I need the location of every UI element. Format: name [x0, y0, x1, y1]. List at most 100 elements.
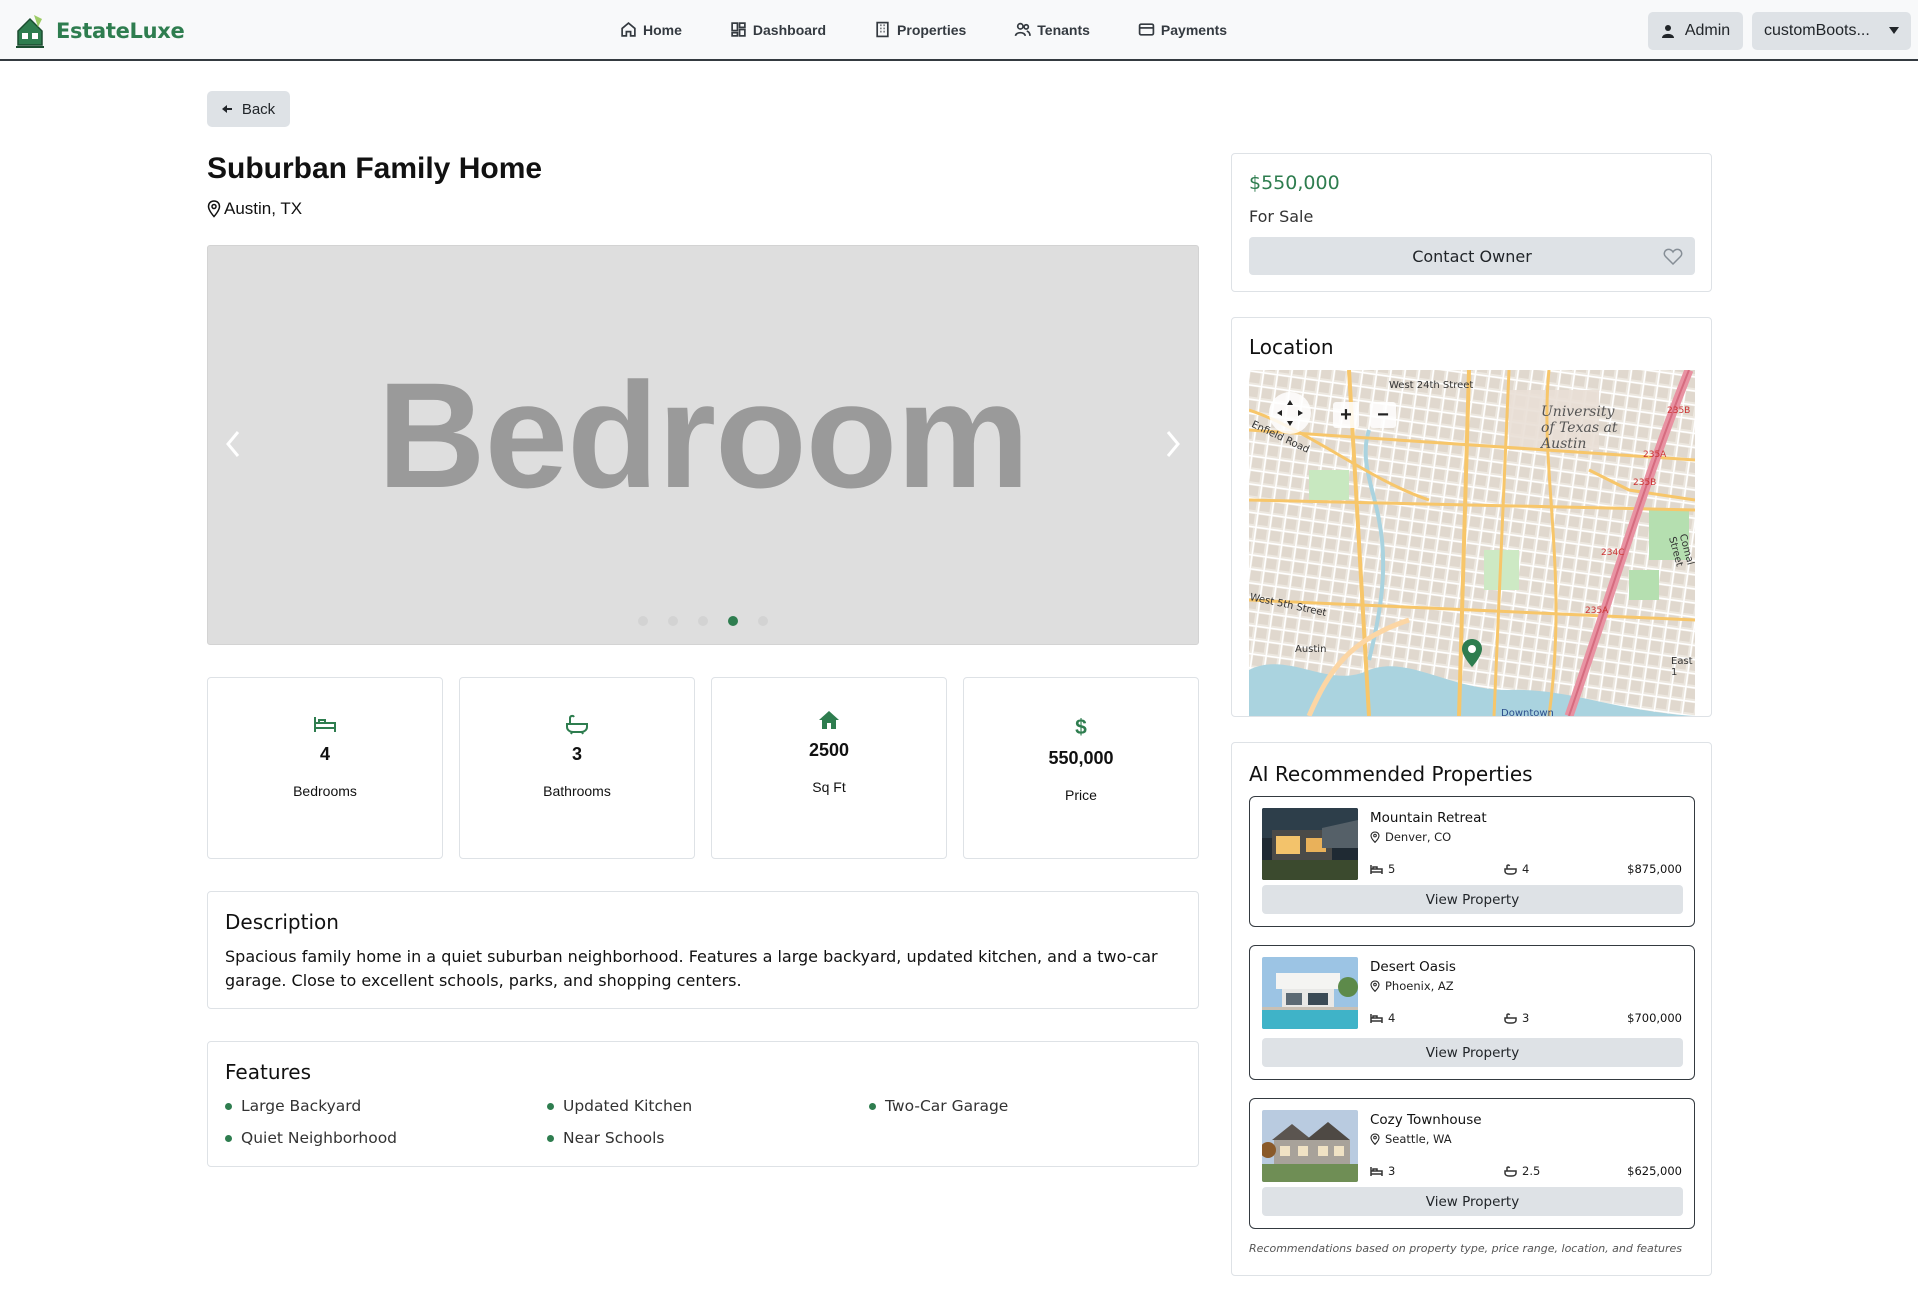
sqft-value: 2500	[808, 740, 850, 760]
bath-icon	[1504, 1165, 1517, 1177]
recommendation-name: Mountain Retreat	[1370, 810, 1487, 826]
people-icon	[1015, 22, 1032, 37]
listing-status: For Sale	[1249, 207, 1314, 226]
bullet-icon	[225, 1134, 232, 1142]
recommendation-beds: 3	[1370, 1164, 1395, 1178]
recommendation-baths: 4	[1504, 862, 1529, 876]
location-card: Location + − West 24th Street University…	[1231, 317, 1712, 717]
map-label: East 1	[1671, 656, 1693, 678]
feature-item: Near Schools	[547, 1129, 664, 1147]
bed-icon	[1370, 864, 1383, 874]
baths-count: 2.5	[1522, 1164, 1541, 1178]
carousel-indicator-active[interactable]	[728, 616, 738, 626]
back-button[interactable]: Back	[207, 91, 290, 127]
carousel-next-button[interactable]	[1158, 424, 1188, 464]
heart-icon[interactable]	[1663, 248, 1683, 266]
price-card: $550,000 For Sale Contact Owner	[1231, 153, 1712, 292]
map-zoom-out-button[interactable]: −	[1370, 402, 1396, 428]
page-title: Suburban Family Home	[207, 152, 543, 185]
admin-button[interactable]: Admin	[1648, 12, 1743, 50]
user-select[interactable]: customBoots...	[1752, 12, 1911, 50]
location-map[interactable]: + − West 24th Street University of Texas…	[1249, 370, 1695, 716]
map-pin-icon	[207, 200, 221, 218]
carousel-indicator[interactable]	[668, 616, 678, 626]
feature-label: Large Backyard	[241, 1097, 362, 1115]
property-thumbnail[interactable]	[1262, 808, 1358, 880]
recommendation-card: Mountain Retreat Denver, CO 5 4 $875,000…	[1249, 796, 1695, 927]
description-panel: Description Spacious family home in a qu…	[207, 891, 1199, 1009]
map-marker-icon[interactable]	[1461, 638, 1483, 668]
bullet-icon	[547, 1134, 554, 1142]
dashboard-icon	[731, 22, 746, 37]
nav-payments[interactable]: Payments	[1128, 19, 1237, 40]
recommendation-price: $700,000	[1627, 1011, 1682, 1025]
bullet-icon	[225, 1102, 232, 1110]
carousel-indicator[interactable]	[638, 616, 648, 626]
map-label: University of Texas at Austin	[1541, 404, 1618, 452]
feature-label: Quiet Neighborhood	[241, 1129, 398, 1147]
feature-item: Two-Car Garage	[869, 1097, 1008, 1115]
home-icon	[621, 22, 636, 37]
property-location: Austin, TX	[207, 199, 302, 219]
feature-item: Large Backyard	[225, 1097, 361, 1115]
bedrooms-value: 4	[319, 744, 330, 764]
map-zoom-in-button[interactable]: +	[1333, 402, 1359, 428]
map-label: West 24th Street	[1389, 380, 1474, 391]
price-label: Price	[1065, 787, 1097, 803]
description-title: Description	[225, 910, 339, 934]
view-property-button[interactable]: View Property	[1262, 885, 1683, 914]
map-label: 235B	[1667, 406, 1691, 416]
feature-item: Updated Kitchen	[547, 1097, 692, 1115]
location-text: Austin, TX	[224, 199, 303, 218]
beds-count: 5	[1388, 862, 1396, 876]
carousel-indicators	[208, 616, 1198, 626]
back-label: Back	[241, 100, 276, 118]
carousel-indicator[interactable]	[758, 616, 768, 626]
recommendations-title: AI Recommended Properties	[1249, 762, 1533, 786]
feature-item: Quiet Neighborhood	[225, 1129, 397, 1147]
user-select-value: customBoots...	[1764, 22, 1870, 39]
carousel-indicator[interactable]	[698, 616, 708, 626]
house-logo-icon	[16, 15, 44, 48]
view-property-button[interactable]: View Property	[1262, 1187, 1683, 1216]
bath-icon	[566, 714, 588, 735]
contact-owner-button[interactable]: Contact Owner	[1249, 237, 1695, 275]
property-thumbnail[interactable]	[1262, 957, 1358, 1029]
recommendation-beds: 5	[1370, 862, 1395, 876]
view-property-button[interactable]: View Property	[1262, 1038, 1683, 1067]
bed-icon	[1370, 1166, 1383, 1176]
nav-tenants-label: Tenants	[1037, 21, 1090, 38]
contact-owner-label: Contact Owner	[1412, 246, 1532, 266]
listing-price: $550,000	[1249, 172, 1340, 194]
nav-dashboard[interactable]: Dashboard	[720, 19, 836, 40]
feature-label: Near Schools	[563, 1129, 665, 1147]
map-pan-control[interactable]	[1269, 392, 1311, 434]
credit-card-icon	[1138, 23, 1155, 36]
nav-properties[interactable]: Properties	[864, 19, 976, 40]
recommendation-location-text: Seattle, WA	[1385, 1132, 1452, 1146]
nav-home[interactable]: Home	[610, 19, 692, 40]
top-navbar: EstateLuxe Home Dashboard Properties Ten…	[0, 0, 1918, 61]
dollar-icon: $	[1075, 716, 1087, 739]
bedrooms-label: Bedrooms	[293, 783, 357, 799]
brand[interactable]: EstateLuxe	[14, 12, 185, 50]
nav-tenants[interactable]: Tenants	[1004, 19, 1100, 40]
chevron-right-icon	[1166, 431, 1180, 457]
location-title: Location	[1249, 335, 1334, 359]
stat-card-bathrooms: 3 Bathrooms	[459, 677, 695, 859]
recommendation-location-text: Denver, CO	[1385, 830, 1452, 844]
carousel-prev-button[interactable]	[218, 424, 248, 464]
property-thumbnail[interactable]	[1262, 1110, 1358, 1182]
recommendations-note: Recommendations based on property type, …	[1249, 1242, 1683, 1255]
building-icon	[876, 21, 889, 38]
nav-dashboard-label: Dashboard	[752, 21, 827, 38]
bathrooms-label: Bathrooms	[543, 783, 611, 799]
recommendation-price: $875,000	[1627, 862, 1682, 876]
description-text: Spacious family home in a quiet suburban…	[225, 947, 1158, 990]
map-label: 235A	[1585, 606, 1609, 616]
map-label: 235B	[1633, 478, 1657, 488]
map-label: 234C	[1601, 548, 1625, 558]
photo-carousel[interactable]: Bedroom	[207, 245, 1199, 645]
map-label: Austin	[1295, 644, 1327, 655]
price-value: 550,000	[1048, 748, 1114, 768]
